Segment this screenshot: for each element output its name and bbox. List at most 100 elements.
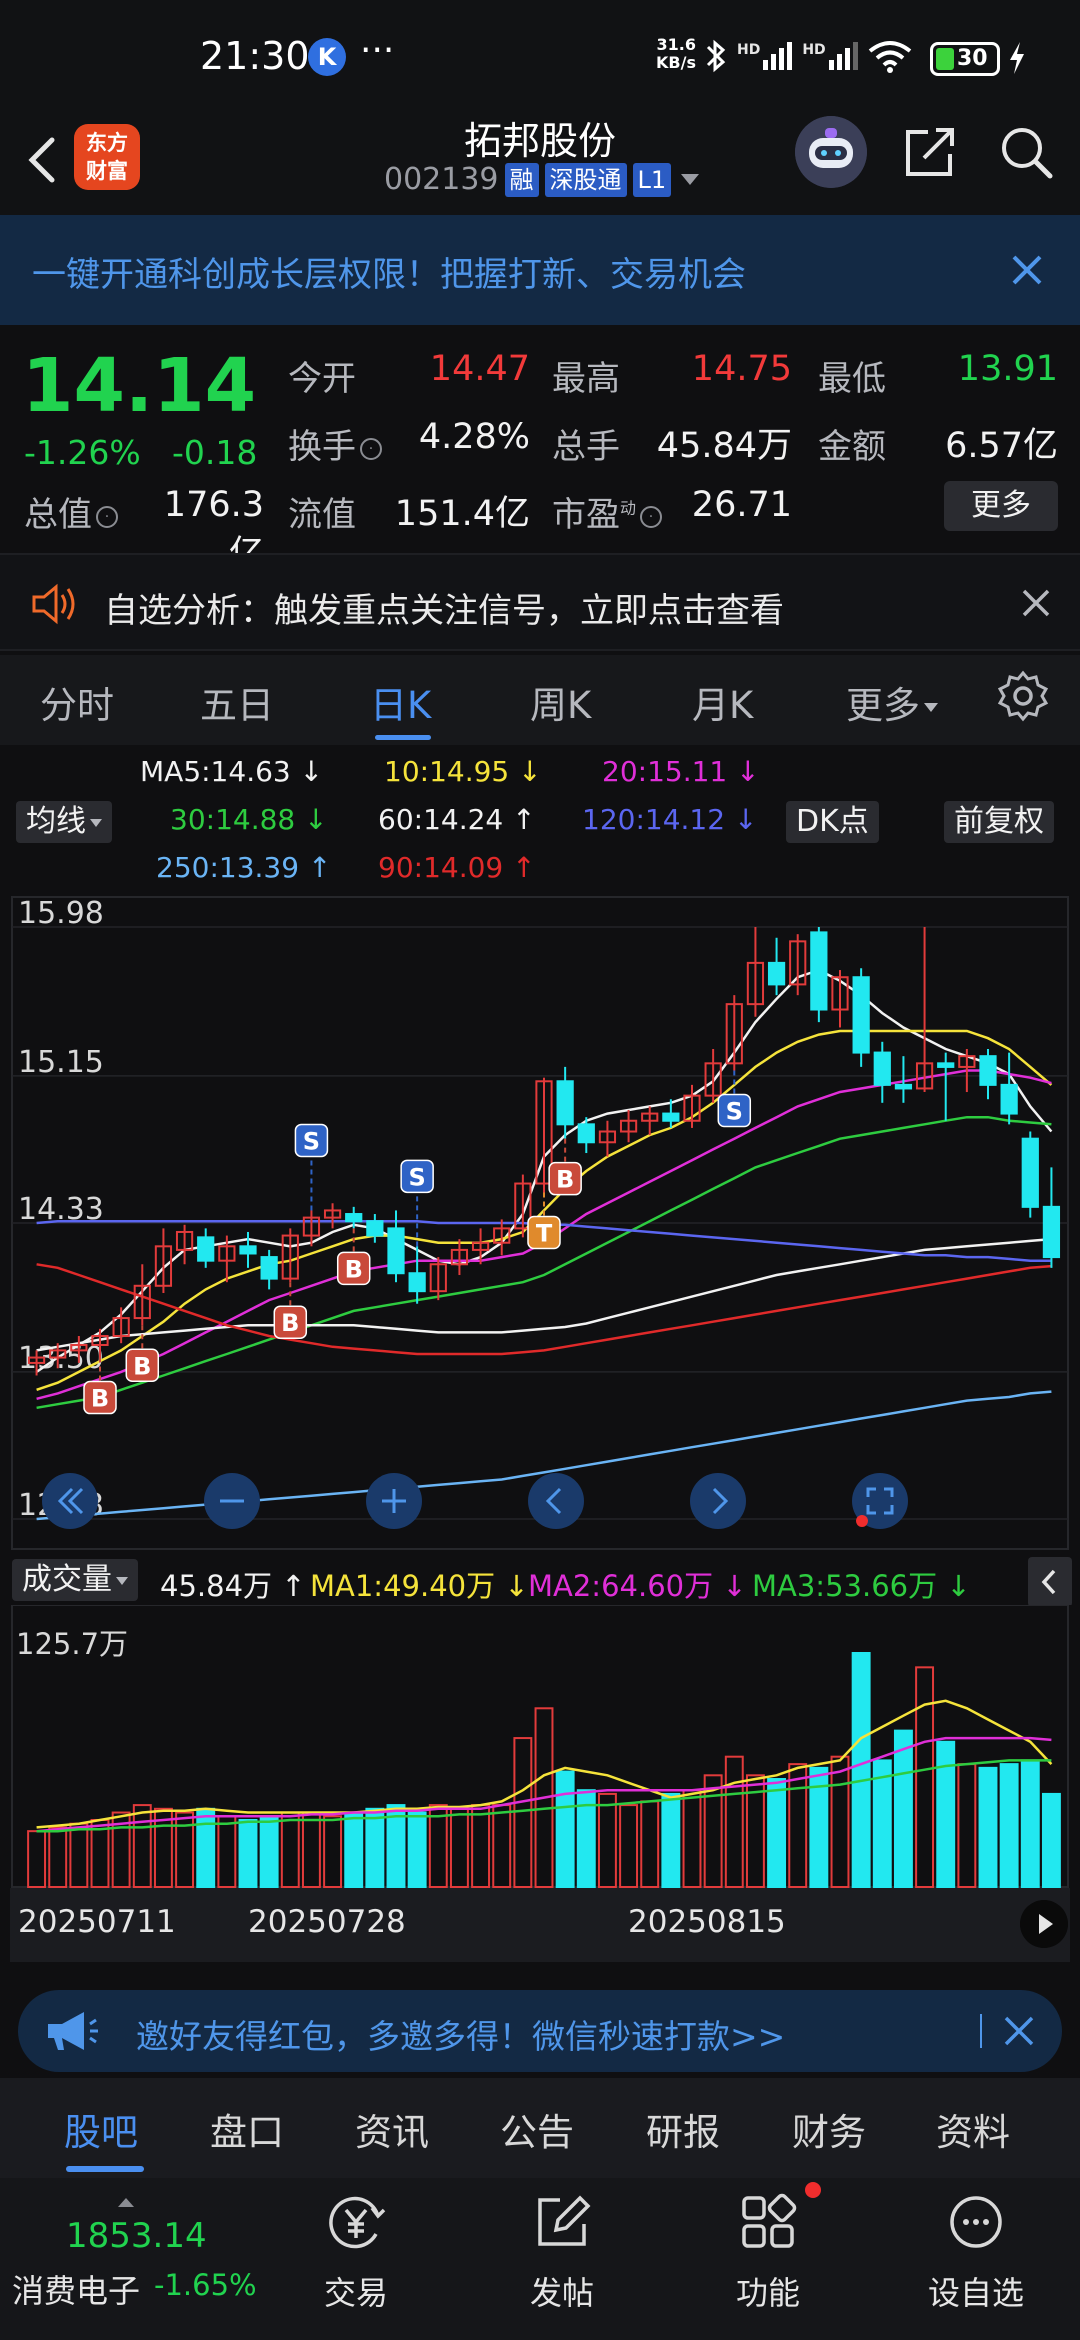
tab-profile[interactable]: 资料: [936, 2102, 1010, 2156]
stock-code: 002139: [384, 162, 499, 197]
candle-body: [852, 976, 870, 1054]
ma10-value: 10:14.95 ↓: [384, 755, 542, 788]
volume-bar: [619, 1804, 639, 1889]
close-icon[interactable]: [1002, 245, 1052, 295]
chevron-down-icon: [116, 1576, 128, 1585]
change-percent: -1.26%: [24, 433, 141, 472]
volume-indicator-dropdown[interactable]: 成交量: [12, 1559, 138, 1601]
fullscreen-icon[interactable]: [850, 1471, 910, 1531]
functions-button[interactable]: 功能: [698, 2190, 838, 2330]
collapse-icon[interactable]: [1028, 1557, 1072, 1607]
tab-active-indicator: [375, 735, 431, 740]
tab-news[interactable]: 资讯: [355, 2102, 429, 2156]
line-type-dropdown[interactable]: 均线: [16, 801, 112, 843]
float-value-label: 流值: [288, 495, 356, 535]
volume-bar: [323, 1815, 343, 1889]
stock-subtitle[interactable]: 002139 融 深股通 L1: [384, 162, 700, 197]
tab-more[interactable]: 更多: [846, 675, 938, 729]
total-value-label[interactable]: 总值 ·: [24, 487, 118, 536]
volume-bar: [175, 1811, 195, 1888]
turnover-label[interactable]: 换手 ·: [288, 419, 382, 468]
volume-bar: [661, 1792, 681, 1888]
tab-five-day[interactable]: 五日: [200, 675, 274, 729]
more-button[interactable]: 更多: [944, 481, 1058, 531]
tab-announcements[interactable]: 公告: [500, 2102, 574, 2156]
volume-bar: [513, 1737, 533, 1888]
ma250-value: 250:13.39 ↑: [156, 851, 332, 884]
volume-bar: [957, 1763, 977, 1888]
volume-bar: [259, 1815, 279, 1889]
volume-chart-svg[interactable]: [0, 1604, 1080, 1895]
tag-margin: 融: [504, 162, 539, 197]
signal-marker-label: B: [91, 1385, 109, 1413]
y-tick-label: 15.15: [18, 1045, 104, 1080]
volume-bar: [471, 1804, 491, 1889]
search-icon[interactable]: [996, 122, 1056, 182]
volume-max-label: 125.7万: [16, 1627, 129, 1661]
promo-banner[interactable]: 一键开通科创成长层权限！把握打新、交易机会: [0, 215, 1080, 325]
quote-panel: 14.14 -1.26% -0.18 今开 14.47 最高 14.75 最低 …: [0, 325, 1080, 574]
gear-icon[interactable]: [996, 669, 1050, 723]
signal-marker-label: B: [556, 1166, 574, 1194]
volume-bar: [830, 1755, 850, 1888]
play-icon[interactable]: [1020, 1900, 1068, 1948]
status-bar: 21:30 K ··· 31.6 KB/s HD HD 30: [0, 0, 1080, 110]
share-icon[interactable]: [900, 122, 960, 182]
dk-point-button[interactable]: DK点: [786, 801, 879, 843]
volume-bar: [851, 1652, 871, 1888]
volume-bar: [492, 1804, 512, 1889]
tab-monthly-k[interactable]: 月K: [692, 675, 753, 729]
robot-assistant-icon[interactable]: [795, 116, 867, 188]
open-label: 今开: [288, 359, 356, 399]
signal-marker-label: B: [345, 1255, 363, 1283]
kline-chart-svg[interactable]: 15.9815.1514.3313.5012.68BBBSBSTBS: [0, 893, 1080, 1563]
alert-text[interactable]: 自选分析：触发重点关注信号，立即点击查看: [104, 583, 784, 632]
invite-text[interactable]: 邀好友得红包，多邀多得！微信秒速打款>>: [136, 2010, 785, 2058]
ma-line: [36, 1237, 1052, 1352]
bottom-toolbar: 1853.14 消费电子 -1.65% 交易 发帖 功能 设自选: [0, 2178, 1080, 2340]
tab-intraday[interactable]: 分时: [40, 675, 114, 729]
close-icon[interactable]: [1016, 583, 1056, 623]
tab-daily-k[interactable]: 日K: [370, 675, 431, 729]
chevron-down-icon: [924, 703, 938, 712]
trade-button[interactable]: 交易: [286, 2190, 426, 2330]
tab-finance[interactable]: 财务: [792, 2102, 866, 2156]
chevron-right-icon[interactable]: [688, 1471, 748, 1531]
adjust-button[interactable]: 前复权: [944, 801, 1054, 843]
pe-value: 26.71: [691, 485, 792, 525]
content-tabs: 股吧 盘口 资讯 公告 研报 财务 资料: [0, 2078, 1080, 2178]
close-icon[interactable]: [998, 2010, 1040, 2052]
more-icon: [950, 2196, 1002, 2248]
tab-weekly-k[interactable]: 周K: [530, 675, 591, 729]
kline-chart[interactable]: 15.9815.1514.3313.5012.68BBBSBSTBS: [0, 893, 1080, 1563]
change-amount: -0.18: [172, 433, 258, 472]
high-label: 最高: [552, 359, 620, 399]
zoom-out-icon[interactable]: [202, 1471, 262, 1531]
volume-bar: [555, 1770, 575, 1888]
signal-marker-label: B: [133, 1352, 151, 1380]
yen-icon: [329, 2196, 386, 2249]
candle-body: [556, 1080, 574, 1126]
volume-bar: [48, 1826, 68, 1888]
rewind-icon[interactable]: [40, 1471, 100, 1531]
add-watchlist-button[interactable]: 设自选: [906, 2190, 1046, 2330]
watchlist-alert[interactable]: 自选分析：触发重点关注信号，立即点击查看: [0, 553, 1080, 651]
banner-text[interactable]: 一键开通科创成长层权限！把握打新、交易机会: [32, 247, 746, 296]
tab-guba[interactable]: 股吧: [64, 2102, 138, 2156]
volume-bar: [915, 1666, 935, 1889]
tab-research[interactable]: 研报: [646, 2102, 720, 2156]
divider: [980, 2014, 982, 2048]
volume-bar: [1041, 1792, 1061, 1888]
chevron-left-icon[interactable]: [526, 1471, 586, 1531]
period-tabs: 分时 五日 日K 周K 月K 更多: [0, 655, 1080, 745]
post-button[interactable]: 发帖: [492, 2190, 632, 2330]
invite-banner[interactable]: 邀好友得红包，多邀多得！微信秒速打款>>: [18, 1990, 1062, 2072]
open-value: 14.47: [429, 349, 530, 389]
signal-marker-label: B: [281, 1309, 299, 1337]
tab-pankou[interactable]: 盘口: [210, 2102, 284, 2156]
zoom-in-icon[interactable]: [364, 1471, 424, 1531]
pe-label[interactable]: 市盈动 ·: [552, 487, 663, 536]
volume-bar: [344, 1811, 364, 1888]
candle-body: [810, 931, 828, 1011]
volume-bar: [449, 1807, 469, 1888]
